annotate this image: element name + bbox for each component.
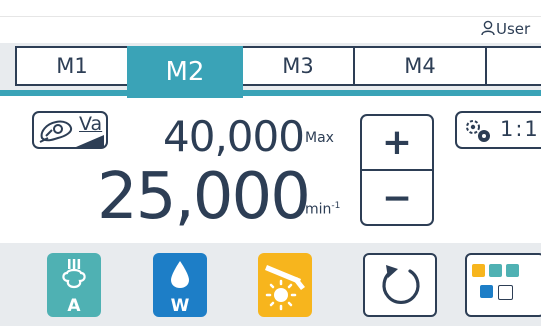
air-label: A	[67, 296, 81, 316]
tab-underline	[0, 90, 541, 96]
user-icon	[481, 20, 495, 36]
rotation-direction-button[interactable]	[363, 253, 437, 317]
tab-m1-label: M1	[56, 54, 88, 78]
gear-ratio-button[interactable]: 1:1	[455, 111, 541, 149]
header-divider	[0, 16, 541, 17]
air-button[interactable]: A	[47, 253, 101, 317]
water-button[interactable]: W	[153, 253, 207, 317]
tab-m4[interactable]: M4	[355, 48, 487, 84]
current-speed-unit: min-1	[305, 201, 340, 218]
gears-icon	[466, 120, 490, 142]
tab-frame: M1 M2 M3 M4	[15, 46, 541, 98]
tab-m2-label: M2	[165, 57, 205, 87]
tab-m4-label: M4	[404, 54, 436, 78]
tab-m1[interactable]: M1	[17, 48, 129, 84]
decrease-speed-button[interactable]: −	[362, 172, 432, 224]
memory-tab-bar: M1 M2 M3 M4	[0, 43, 541, 98]
tab-m3[interactable]: M3	[243, 48, 355, 84]
handpiece-icon	[39, 120, 73, 143]
mini-water-icon	[480, 285, 493, 298]
current-speed-value: 25,000	[97, 160, 311, 234]
speed-unit-base: min	[305, 201, 332, 218]
increase-speed-button[interactable]: +	[362, 116, 432, 168]
settings-grid-button[interactable]	[465, 253, 541, 317]
max-speed-value: 40,000	[163, 112, 305, 161]
tab-m3-label: M3	[282, 54, 314, 78]
air-icon	[62, 259, 86, 289]
mini-handpiece-icon	[506, 264, 519, 277]
light-icon	[265, 265, 305, 311]
speed-stepper: + −	[360, 114, 434, 226]
speed-mode-button[interactable]: Va	[32, 111, 108, 149]
water-label: W	[170, 296, 190, 316]
rotation-icon	[382, 265, 420, 305]
function-bar: A W	[0, 243, 541, 326]
max-speed-unit: Max	[305, 130, 334, 146]
stepper-divider	[362, 169, 432, 171]
mini-enter-icon	[498, 285, 513, 300]
light-button[interactable]	[258, 253, 312, 317]
mini-light-icon	[472, 264, 485, 277]
gear-ratio-value: 1:1	[500, 117, 540, 141]
water-drop-icon	[171, 261, 189, 288]
speed-unit-exponent: -1	[331, 201, 341, 211]
speed-mode-label: Va	[79, 113, 103, 135]
user-indicator[interactable]: User	[481, 20, 530, 38]
user-label: User	[496, 20, 531, 38]
mini-air-icon	[489, 264, 502, 277]
ramp-icon	[76, 135, 104, 147]
